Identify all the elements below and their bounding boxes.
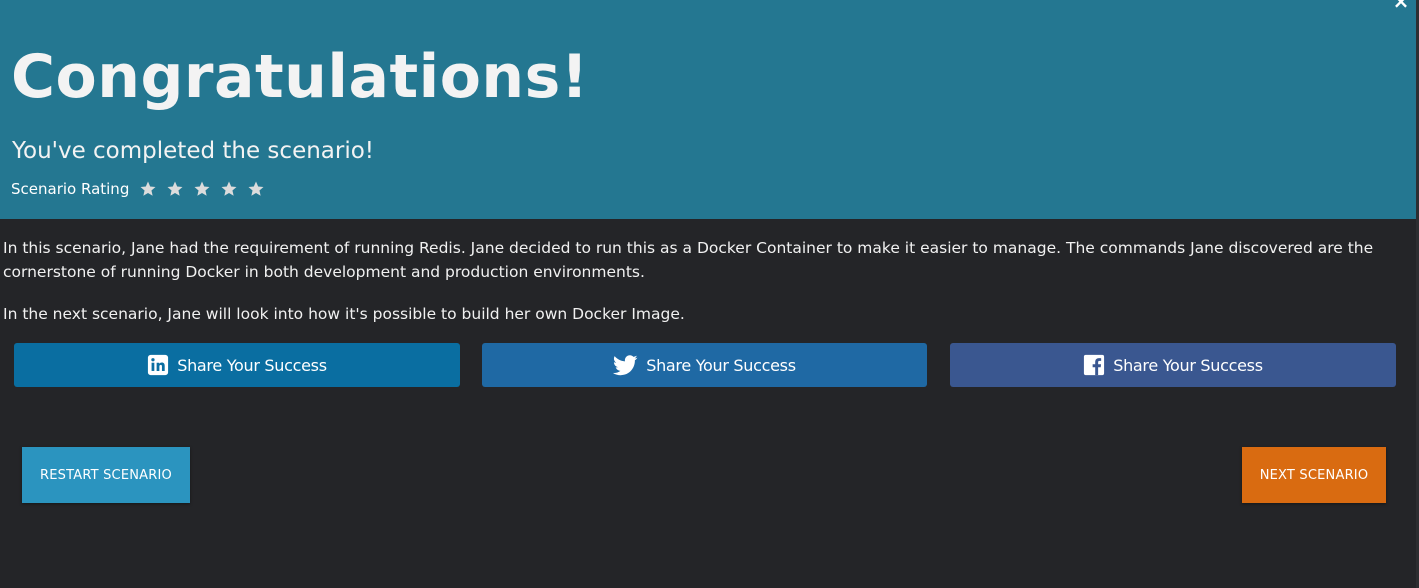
facebook-icon	[1084, 354, 1105, 376]
share-facebook-label: Share Your Success	[1113, 355, 1263, 375]
rating-label: Scenario Rating	[11, 180, 130, 198]
star-icon[interactable]	[193, 180, 211, 198]
star-icon[interactable]	[247, 180, 265, 198]
linkedin-icon	[148, 354, 169, 376]
share-linkedin-label: Share Your Success	[177, 355, 327, 375]
next-scenario-button[interactable]: NEXT SCENARIO	[1242, 447, 1386, 503]
completion-modal: Congratulations! You've completed the sc…	[0, 0, 1419, 588]
scenario-summary: In this scenario, Jane had the requireme…	[3, 239, 1374, 281]
completion-subtitle: You've completed the scenario!	[12, 138, 375, 164]
share-facebook-button[interactable]: Share Your Success	[950, 343, 1396, 387]
twitter-icon	[613, 354, 638, 375]
scenario-rating: Scenario Rating	[11, 178, 274, 200]
star-icon[interactable]	[220, 180, 238, 198]
star-icon[interactable]	[139, 180, 157, 198]
page-title: Congratulations!	[11, 42, 589, 112]
close-button[interactable]: ×	[1391, 0, 1411, 11]
restart-scenario-button[interactable]: RESTART SCENARIO	[22, 447, 190, 503]
share-twitter-label: Share Your Success	[646, 355, 796, 375]
share-twitter-button[interactable]: Share Your Success	[482, 343, 927, 387]
rating-stars	[139, 180, 274, 198]
modal-header: Congratulations! You've completed the sc…	[0, 0, 1419, 219]
next-scenario-summary: In the next scenario, Jane will look int…	[3, 305, 685, 323]
star-icon[interactable]	[166, 180, 184, 198]
close-icon: ×	[1392, 0, 1410, 13]
share-linkedin-button[interactable]: Share Your Success	[14, 343, 460, 387]
